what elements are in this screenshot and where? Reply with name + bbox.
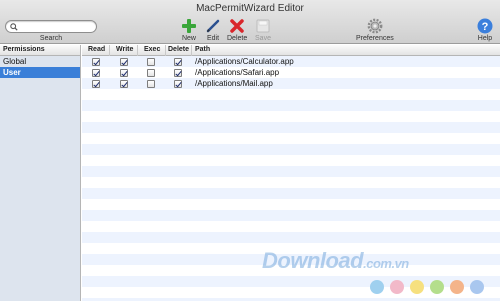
preferences-button[interactable]: Preferences [356,18,394,42]
delete-checkbox[interactable] [174,69,182,77]
column-header-write[interactable]: Write [116,46,133,53]
table-row[interactable]: /Applications/Mail.app [82,78,500,89]
delete-checkbox[interactable] [174,80,182,88]
column-header-path[interactable]: Path [195,46,210,53]
delete-checkbox[interactable] [174,58,182,66]
preferences-label: Preferences [356,35,394,42]
path-cell: /Applications/Calculator.app [195,57,294,66]
new-label: New [181,35,196,42]
exec-checkbox[interactable] [147,69,155,77]
edit-button[interactable]: Edit [205,18,221,42]
delete-label: Delete [227,35,248,42]
save-label: Save [255,35,271,42]
window-title: MacPermitWizard Editor [196,3,304,14]
path-cell: /Applications/Mail.app [195,79,273,88]
column-header-read[interactable]: Read [88,46,105,53]
gear-icon [367,18,383,34]
pencil-icon [206,19,220,33]
row-stripe [82,232,500,243]
sidebar-item-global[interactable]: Global [0,56,80,67]
disk-icon [256,19,270,33]
watermark-logo: Download.com.vn [262,248,409,274]
exec-checkbox[interactable] [147,80,155,88]
unified-toolbar: MacPermitWizard Editor Search New Edit D… [0,0,500,44]
row-stripe [82,188,500,199]
column-header-delete[interactable]: Delete [168,46,189,53]
write-checkbox[interactable] [120,58,128,66]
save-button[interactable]: Save [255,18,271,42]
help-button[interactable]: ? Help [477,18,493,42]
watermark-text: Download [262,248,364,273]
plus-icon [182,19,196,33]
write-checkbox[interactable] [120,80,128,88]
table-row[interactable]: /Applications/Calculator.app [82,56,500,67]
watermark-dot [430,280,444,294]
column-divider [165,45,166,56]
x-icon [230,19,244,33]
new-button[interactable]: New [181,18,197,42]
search-field[interactable] [5,20,97,33]
edit-label: Edit [206,35,220,42]
write-checkbox[interactable] [120,69,128,77]
column-divider [191,45,192,56]
svg-text:?: ? [482,21,489,33]
sidebar-item-user[interactable]: User [0,67,80,78]
search-control: Search [5,20,97,42]
search-icon [10,23,18,31]
table-row[interactable]: /Applications/Safari.app [82,67,500,78]
watermark-suffix: .com.vn [363,256,409,271]
watermark-dot [410,280,424,294]
sidebar-header: Permissions [0,45,80,56]
column-divider [137,45,138,56]
delete-button[interactable]: Delete [227,18,247,42]
search-label: Search [39,35,63,42]
question-icon: ? [477,18,493,34]
watermark-dot [470,280,484,294]
sidebar: Permissions Global User [0,45,81,301]
row-stripe [82,122,500,133]
column-divider [109,45,110,56]
help-label: Help [477,35,493,42]
row-stripe [82,166,500,177]
row-stripe [82,210,500,221]
row-stripe [82,100,500,111]
read-checkbox[interactable] [92,69,100,77]
column-header-exec[interactable]: Exec [144,46,160,53]
app-window: MacPermitWizard Editor Search New Edit D… [0,0,500,301]
watermark-dot [450,280,464,294]
watermark-dot [370,280,384,294]
path-cell: /Applications/Safari.app [195,68,280,77]
read-checkbox[interactable] [92,58,100,66]
exec-checkbox[interactable] [147,58,155,66]
read-checkbox[interactable] [92,80,100,88]
watermark-dot [390,280,404,294]
table-header: Read Write Exec Delete Path [82,45,500,56]
row-stripe [82,144,500,155]
search-input[interactable] [20,21,90,32]
